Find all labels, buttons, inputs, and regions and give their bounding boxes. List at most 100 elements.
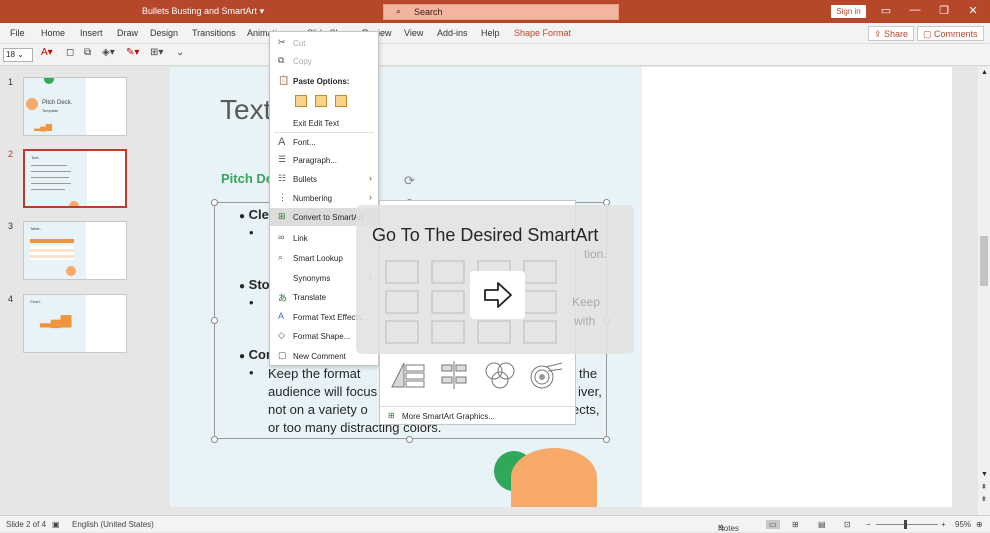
scroll-up-icon[interactable]: ▲ <box>981 69 988 76</box>
quick-toolbar: 18 ⌄ A▾ ◻ ⧉ ◈▾ ✎▾ ⊞▾ ⌄ <box>0 44 990 66</box>
slide-thumbnail-3[interactable]: Table.. <box>23 221 127 280</box>
paste-keep-formatting-icon[interactable] <box>295 95 307 107</box>
chart-icon: ▂▄▆ <box>34 122 52 131</box>
thumb-title: Table.. <box>30 226 42 231</box>
slide-white-area <box>642 67 952 507</box>
shape-outline-icon[interactable]: ✎▾ <box>126 47 139 58</box>
menu-item-exit-edit-text[interactable]: Exit Edit Text <box>270 114 378 132</box>
menu-item-label: Link <box>293 234 308 243</box>
slide-thumbnail-2[interactable]: Text.. <box>23 149 127 208</box>
smartart-target[interactable] <box>528 361 564 389</box>
ribbon-display-icon[interactable]: ▭ <box>876 4 896 17</box>
previous-slide-icon[interactable]: ⇞ <box>981 483 987 491</box>
smartart-balance[interactable] <box>436 361 472 389</box>
menu-view[interactable]: View <box>404 28 423 38</box>
slide-thumbnail-4[interactable]: Chart.. ▂▄▆ <box>23 294 127 353</box>
paste-merge-formatting-icon[interactable] <box>315 95 327 107</box>
thumb-number: 4 <box>8 294 14 304</box>
menu-transitions[interactable]: Transitions <box>192 28 236 38</box>
menu-item-bullets[interactable]: ☷ Bullets › <box>270 170 378 188</box>
zoom-out-icon[interactable]: − <box>866 520 871 529</box>
bullet-dot: • <box>249 365 254 380</box>
menu-draw[interactable]: Draw <box>117 28 138 38</box>
paste-options-row <box>295 95 375 109</box>
resize-handle[interactable] <box>406 436 413 443</box>
document-title[interactable]: Bullets Busting and SmartArt ▾ <box>142 6 264 17</box>
zoom-in-icon[interactable]: + <box>941 520 946 529</box>
menu-item-label: Font... <box>293 138 316 147</box>
resize-handle[interactable] <box>211 199 218 206</box>
font-size-select[interactable]: 18 ⌄ <box>3 48 33 62</box>
resize-handle[interactable] <box>211 436 218 443</box>
menu-item-label: Numbering <box>293 194 333 203</box>
zoom-slider-thumb[interactable] <box>904 520 907 529</box>
thumb-title: Pitch Deck. <box>42 100 73 106</box>
menu-item-copy[interactable]: ⧉ Copy <box>270 52 378 70</box>
restore-icon[interactable]: ❐ <box>934 4 954 17</box>
bullets-icon: ☷ <box>278 173 287 183</box>
menu-help[interactable]: Help <box>481 28 500 38</box>
menu-shape-format[interactable]: Shape Format <box>514 28 571 38</box>
customize-toolbar-icon[interactable]: ⌄ <box>176 47 184 58</box>
menu-item-label: Paragraph... <box>293 156 338 165</box>
slide-decoration-orange <box>511 448 597 507</box>
group-icon[interactable]: ⊞▾ <box>150 47 163 58</box>
menu-insert[interactable]: Insert <box>80 28 103 38</box>
arrow-right-icon <box>470 271 525 319</box>
shape-icon[interactable]: ◻ <box>66 47 74 58</box>
slideshow-icon[interactable]: ⊡ <box>844 520 851 529</box>
zoom-slider[interactable] <box>876 524 938 525</box>
search-input[interactable]: ⌕ Search <box>383 4 619 20</box>
language-status[interactable]: English (United States) <box>72 520 154 529</box>
rotate-handle-icon[interactable]: ⟳ <box>404 173 415 189</box>
slide-thumbnail-1[interactable]: Pitch Deck. Template ▂▄▆ <box>23 77 127 136</box>
arrange-icon[interactable]: ⧉ <box>84 47 91 58</box>
slide-subheading[interactable]: Pitch De <box>221 171 273 186</box>
share-button[interactable]: ⇪ Share <box>868 26 915 41</box>
menu-item-label: Bullets <box>293 175 318 184</box>
minimize-icon[interactable]: — <box>905 4 925 16</box>
thumb-line <box>31 171 71 172</box>
overlay-title: Go To The Desired SmartArt <box>372 225 599 245</box>
thumb-line <box>31 183 71 184</box>
close-icon[interactable]: ✕ <box>963 4 983 17</box>
menu-add-ins[interactable]: Add-ins <box>437 28 468 38</box>
bullet-text: not on a variety o <box>268 402 368 417</box>
smartart-venn[interactable] <box>482 361 518 389</box>
sign-in-button[interactable]: Sign in <box>831 5 866 18</box>
more-smartart-graphics[interactable]: ⊞ More SmartArt Graphics... <box>380 406 575 424</box>
next-slide-icon[interactable]: ⇟ <box>981 495 987 503</box>
thumb-title: Text.. <box>31 155 41 160</box>
menu-file[interactable]: File <box>10 28 25 38</box>
resize-handle[interactable] <box>603 436 610 443</box>
font-color-icon[interactable]: A▾ <box>41 47 53 58</box>
scroll-down-icon[interactable]: ▼ <box>981 471 988 478</box>
slide-title[interactable]: Text <box>220 94 271 126</box>
comments-button[interactable]: ▢ Comments <box>917 26 984 41</box>
cut-icon: ✂ <box>278 37 286 47</box>
menu-item-paragraph[interactable]: ☰ Paragraph... <box>270 151 378 169</box>
link-icon: ∞ <box>278 232 285 242</box>
slide-sorter-icon[interactable]: ⊞ <box>792 520 799 529</box>
menu-item-cut[interactable]: ✂ Cut <box>270 34 378 52</box>
menu-item-label: Synonyms <box>293 274 331 283</box>
paste-text-only-icon[interactable] <box>335 95 347 107</box>
normal-view-icon[interactable]: ▭ <box>766 520 780 529</box>
shape-fill-icon[interactable]: ◈▾ <box>102 47 115 58</box>
comments-label: Comments <box>934 29 978 39</box>
resize-handle[interactable] <box>211 317 218 324</box>
vertical-scrollbar[interactable]: ▲ ▼ ⇞ ⇟ <box>978 67 990 515</box>
scrollbar-thumb[interactable] <box>980 236 988 286</box>
fit-slide-icon[interactable]: ⊕ <box>976 520 983 529</box>
smartart-pyramid-list[interactable] <box>390 361 426 389</box>
menu-item-label: Convert to SmartArt <box>293 213 364 222</box>
spellcheck-icon[interactable]: ▣ <box>52 520 60 529</box>
thumb-number: 3 <box>8 221 14 231</box>
thumb-decoration <box>69 201 79 206</box>
menu-item-font[interactable]: A Font... <box>270 133 378 151</box>
menu-home[interactable]: Home <box>41 28 65 38</box>
zoom-level[interactable]: 95% <box>955 520 971 529</box>
menu-design[interactable]: Design <box>150 28 178 38</box>
reading-view-icon[interactable]: ▤ <box>818 520 826 529</box>
share-icon: ⇪ <box>874 29 885 39</box>
